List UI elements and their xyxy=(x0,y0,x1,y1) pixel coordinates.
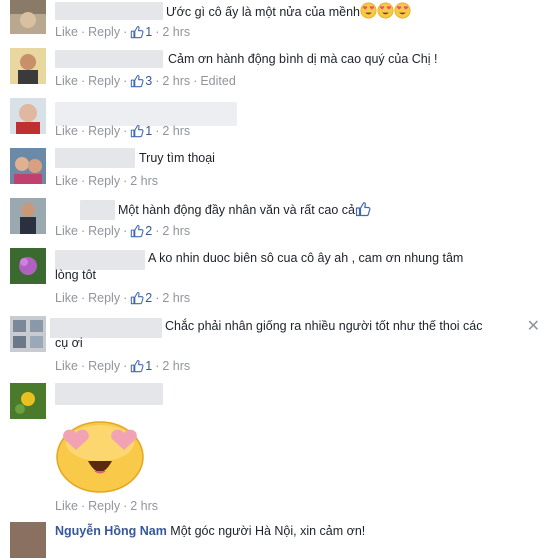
commenter-name[interactable] xyxy=(80,200,115,220)
commenter-name[interactable] xyxy=(55,148,135,168)
thumbs-up-icon[interactable] xyxy=(130,25,144,39)
reply-link[interactable]: Reply xyxy=(88,499,120,513)
like-link[interactable]: Like xyxy=(55,124,78,138)
comment-actions: Like · Reply · 2 hrs xyxy=(55,174,159,188)
comment-text: Truy tìm thoại xyxy=(139,151,215,165)
thumbs-up-icon[interactable] xyxy=(130,359,144,373)
avatar[interactable] xyxy=(10,198,46,234)
edited-label[interactable]: Edited xyxy=(200,74,235,88)
like-link[interactable]: Like xyxy=(55,499,78,513)
timestamp[interactable]: 2 hrs xyxy=(130,499,158,513)
like-link[interactable]: Like xyxy=(55,74,78,88)
thumbs-up-icon[interactable] xyxy=(130,124,144,138)
avatar[interactable] xyxy=(10,522,46,558)
timestamp[interactable]: 2 hrs xyxy=(130,174,158,188)
avatar[interactable] xyxy=(10,316,46,352)
like-link[interactable]: Like xyxy=(55,359,78,373)
timestamp[interactable]: 2 hrs xyxy=(162,124,190,138)
timestamp[interactable]: 2 hrs xyxy=(162,25,190,39)
like-count[interactable]: 3 xyxy=(145,74,152,88)
comment-actions: Like · Reply · 2 · 2 hrs xyxy=(55,224,191,238)
thumbs-up-icon[interactable] xyxy=(130,224,144,238)
like-link[interactable]: Like xyxy=(55,25,78,39)
avatar[interactable] xyxy=(10,98,46,134)
comment-actions: Like · Reply · 1 · 2 hrs xyxy=(55,25,191,39)
commenter-name[interactable] xyxy=(55,50,163,68)
avatar[interactable] xyxy=(10,148,46,184)
commenter-name[interactable] xyxy=(55,102,237,126)
reply-link[interactable]: Reply xyxy=(88,359,120,373)
heart-eyes-emoji-icon xyxy=(360,2,411,24)
comment-text: Cảm ơn hành động bình dị mà cao quý của … xyxy=(168,52,438,66)
timestamp[interactable]: 2 hrs xyxy=(162,224,190,238)
reply-link[interactable]: Reply xyxy=(88,25,120,39)
commenter-name[interactable]: Nguyễn Hồng Nam xyxy=(55,524,167,538)
reply-link[interactable]: Reply xyxy=(88,74,120,88)
thumbs-up-icon[interactable] xyxy=(130,74,144,88)
comment-text: Chắc phải nhân giống ra nhiều người tốt … xyxy=(55,319,483,350)
timestamp[interactable]: 2 hrs xyxy=(162,291,190,305)
thumbs-up-emoji-icon xyxy=(355,201,371,217)
avatar[interactable] xyxy=(10,383,46,419)
comment-text: Một hành động đầy nhân văn và rất cao cả xyxy=(118,201,371,219)
commenter-name[interactable] xyxy=(55,383,163,405)
comment-text: A ko nhin duoc biên sô cua cô ây ah , ca… xyxy=(55,251,464,282)
timestamp[interactable]: 2 hrs xyxy=(162,359,190,373)
like-link[interactable]: Like xyxy=(55,224,78,238)
reply-link[interactable]: Reply xyxy=(88,291,120,305)
like-count[interactable]: 1 xyxy=(145,124,152,138)
close-icon[interactable]: ✕ xyxy=(527,316,540,336)
comment-actions: Like · Reply · 2 hrs xyxy=(55,499,159,513)
thumbs-up-icon[interactable] xyxy=(130,291,144,305)
heart-eyes-sticker-icon[interactable] xyxy=(54,413,146,493)
like-link[interactable]: Like xyxy=(55,291,78,305)
like-count[interactable]: 2 xyxy=(145,224,152,238)
like-count[interactable]: 1 xyxy=(145,25,152,39)
reply-link[interactable]: Reply xyxy=(88,174,120,188)
like-count[interactable]: 2 xyxy=(145,291,152,305)
comment-actions: Like · Reply · 1 · 2 hrs xyxy=(55,124,191,138)
reply-link[interactable]: Reply xyxy=(88,224,120,238)
avatar[interactable] xyxy=(10,0,46,34)
comment-actions: Like · Reply · 1 · 2 hrs xyxy=(55,359,191,373)
comment-text: Ước gì cô ấy là một nửa của mềnh xyxy=(166,2,411,24)
timestamp[interactable]: 2 hrs xyxy=(162,74,190,88)
comment-actions: Like · Reply · 2 · 2 hrs xyxy=(55,291,191,305)
commenter-name[interactable] xyxy=(55,2,163,20)
avatar[interactable] xyxy=(10,48,46,84)
reply-link[interactable]: Reply xyxy=(88,124,120,138)
avatar[interactable] xyxy=(10,248,46,284)
like-link[interactable]: Like xyxy=(55,174,78,188)
like-count[interactable]: 1 xyxy=(145,359,152,373)
comment-actions: Like · Reply · 3 · 2 hrs · Edited xyxy=(55,74,236,88)
